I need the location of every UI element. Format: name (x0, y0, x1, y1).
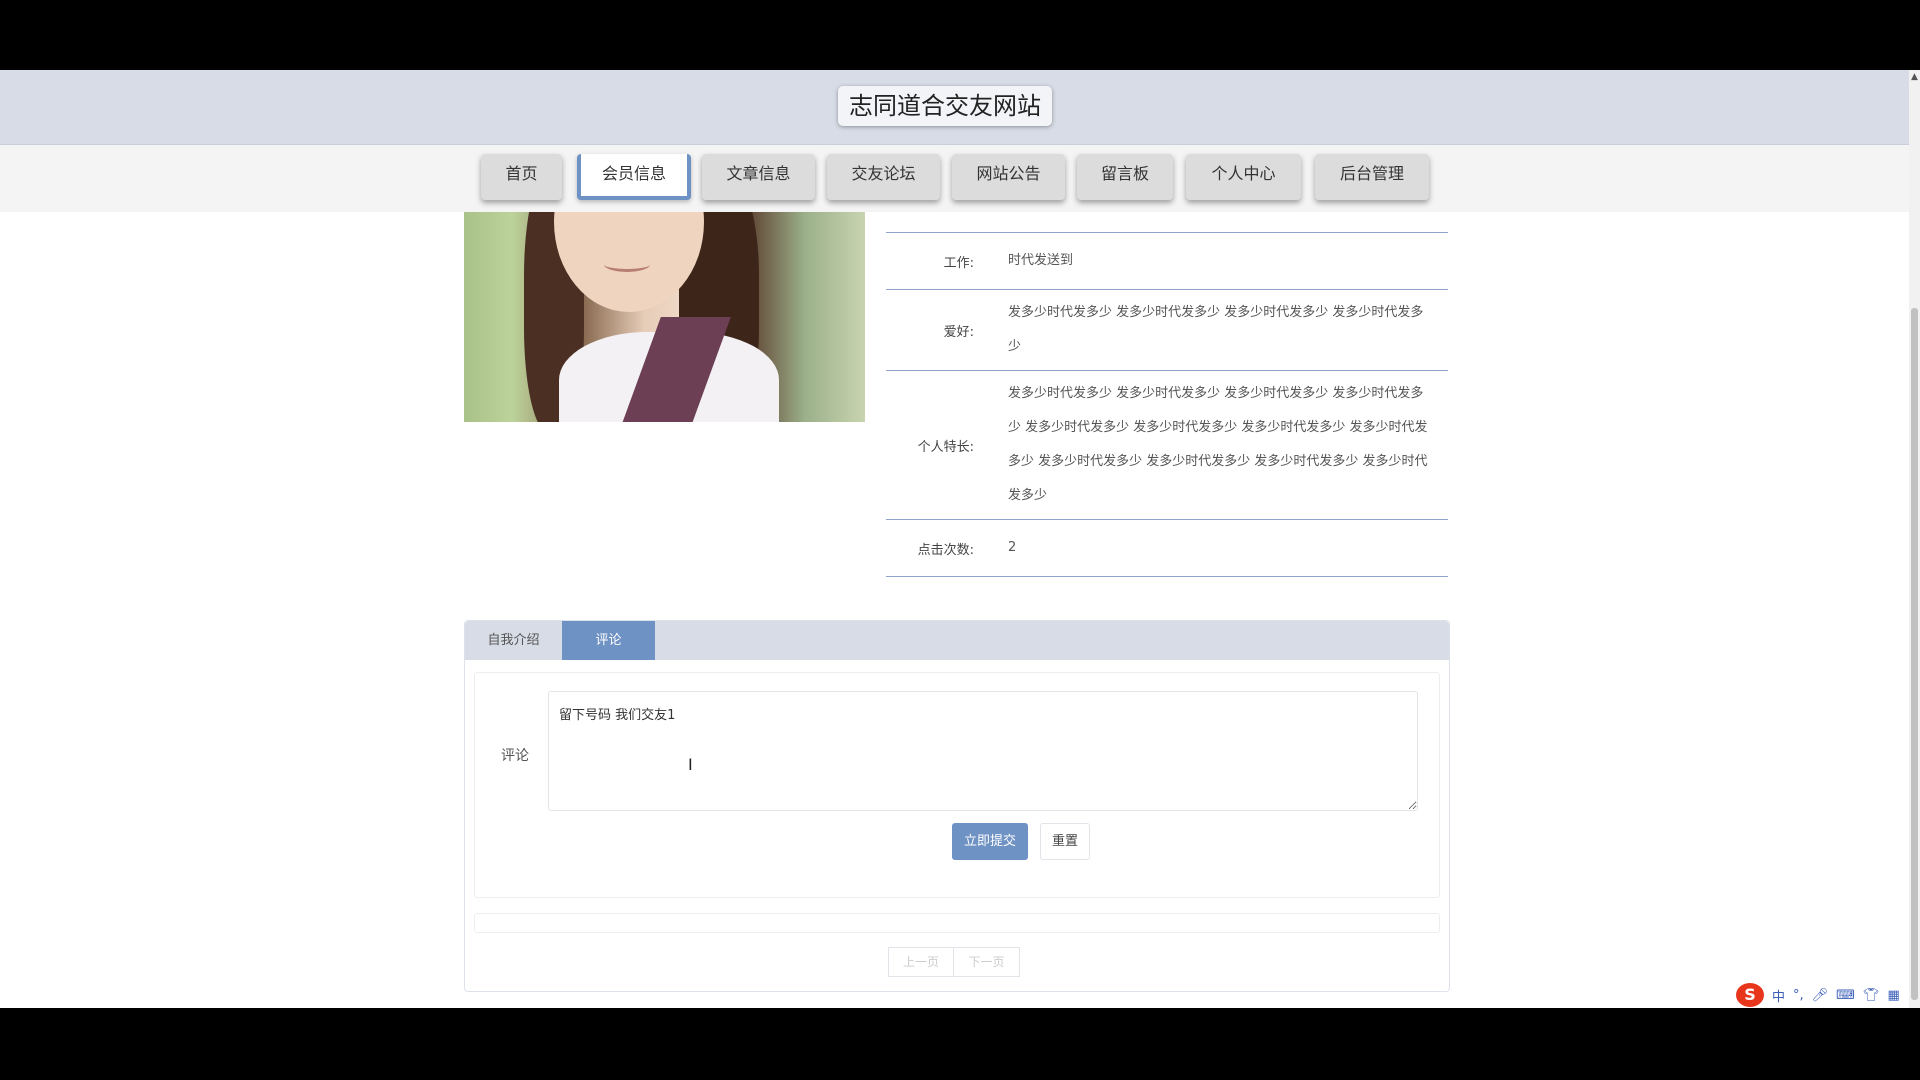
info-label: 个人特长: (917, 439, 974, 455)
info-value: 2 (1008, 540, 1017, 555)
sogou-ime-logo-icon[interactable]: S (1736, 983, 1764, 1007)
info-row-clicks: 点击次数: 2 (886, 520, 1448, 577)
comment-list (474, 913, 1440, 933)
browser-viewport: 志同道合交友网站 首页 会员信息 文章信息 交友论坛 网站公告 留言板 个人中心… (0, 70, 1909, 1008)
nav-announcements[interactable]: 网站公告 (952, 154, 1065, 200)
next-page-button[interactable]: 下一页 (954, 947, 1020, 977)
nav-forum[interactable]: 交友论坛 (827, 154, 940, 200)
text-cursor-icon: I (688, 755, 693, 774)
scroll-thumb[interactable] (1911, 308, 1918, 1000)
comment-label: 评论 (501, 748, 529, 764)
main-nav: 首页 会员信息 文章信息 交友论坛 网站公告 留言板 个人中心 后台管理 (0, 145, 1909, 212)
info-value: 时代发送到 (1008, 253, 1074, 268)
scroll-up-arrow-icon[interactable]: ▲ (1909, 70, 1920, 84)
info-row-job: 工作: 时代发送到 (886, 232, 1448, 290)
tab-comment[interactable]: 评论 (562, 621, 655, 660)
nav-admin[interactable]: 后台管理 (1315, 154, 1429, 200)
nav-guestbook[interactable]: 留言板 (1077, 154, 1173, 200)
site-header: 志同道合交友网站 (0, 70, 1909, 145)
pagination: 上一页 下一页 (888, 947, 1020, 977)
page-scrollbar[interactable]: ▲ (1909, 70, 1920, 1008)
ime-toolbar: S 中 °, 🎤︎ ⌨ 👕︎ ▦ (1736, 982, 1900, 1008)
info-label: 爱好: (943, 324, 974, 340)
info-label: 工作: (943, 255, 974, 271)
comment-textarea[interactable] (548, 691, 1418, 811)
nav-members[interactable]: 会员信息 (577, 154, 691, 200)
nav-home[interactable]: 首页 (481, 154, 562, 200)
prev-page-button[interactable]: 上一页 (888, 947, 954, 977)
tab-self-intro[interactable]: 自我介绍 (465, 621, 562, 660)
info-row-hobby: 爱好: 发多少时代发多少 发多少时代发多少 发多少时代发多少 发多少时代发多少 (886, 290, 1448, 371)
comment-panel: 自我介绍 评论 评论 I 立即提交 重置 上一页 下一页 (464, 620, 1450, 992)
punctuation-mode-icon[interactable]: °, (1793, 988, 1804, 1003)
info-value: 发多少时代发多少 发多少时代发多少 发多少时代发多少 发多少时代发多少 发多少时… (1008, 386, 1428, 503)
nav-articles[interactable]: 文章信息 (702, 154, 815, 200)
letterbox-top (0, 0, 1920, 70)
info-label: 点击次数: (917, 542, 974, 558)
info-row-specialty: 个人特长: 发多少时代发多少 发多少时代发多少 发多少时代发多少 发多少时代发多… (886, 371, 1448, 520)
nav-profile[interactable]: 个人中心 (1186, 154, 1301, 200)
skin-shirt-icon[interactable]: 👕︎ (1863, 988, 1880, 1003)
letterbox-bottom (0, 1008, 1920, 1080)
ime-mode-indicator[interactable]: 中 (1772, 986, 1785, 1005)
reset-button[interactable]: 重置 (1040, 823, 1090, 860)
info-value: 发多少时代发多少 发多少时代发多少 发多少时代发多少 发多少时代发多少 (1008, 305, 1424, 354)
keyboard-icon[interactable]: ⌨ (1836, 988, 1855, 1003)
member-info-table: 工作: 时代发送到 爱好: 发多少时代发多少 发多少时代发多少 发多少时代发多少… (886, 232, 1448, 577)
site-title: 志同道合交友网站 (838, 86, 1052, 126)
microphone-icon[interactable]: 🎤︎ (1812, 988, 1829, 1003)
submit-button[interactable]: 立即提交 (952, 823, 1028, 860)
toolbox-grid-icon[interactable]: ▦ (1887, 988, 1899, 1003)
comment-form: 评论 I 立即提交 重置 (474, 672, 1440, 898)
tab-bar: 自我介绍 评论 (465, 621, 1449, 660)
member-photo (464, 212, 865, 422)
